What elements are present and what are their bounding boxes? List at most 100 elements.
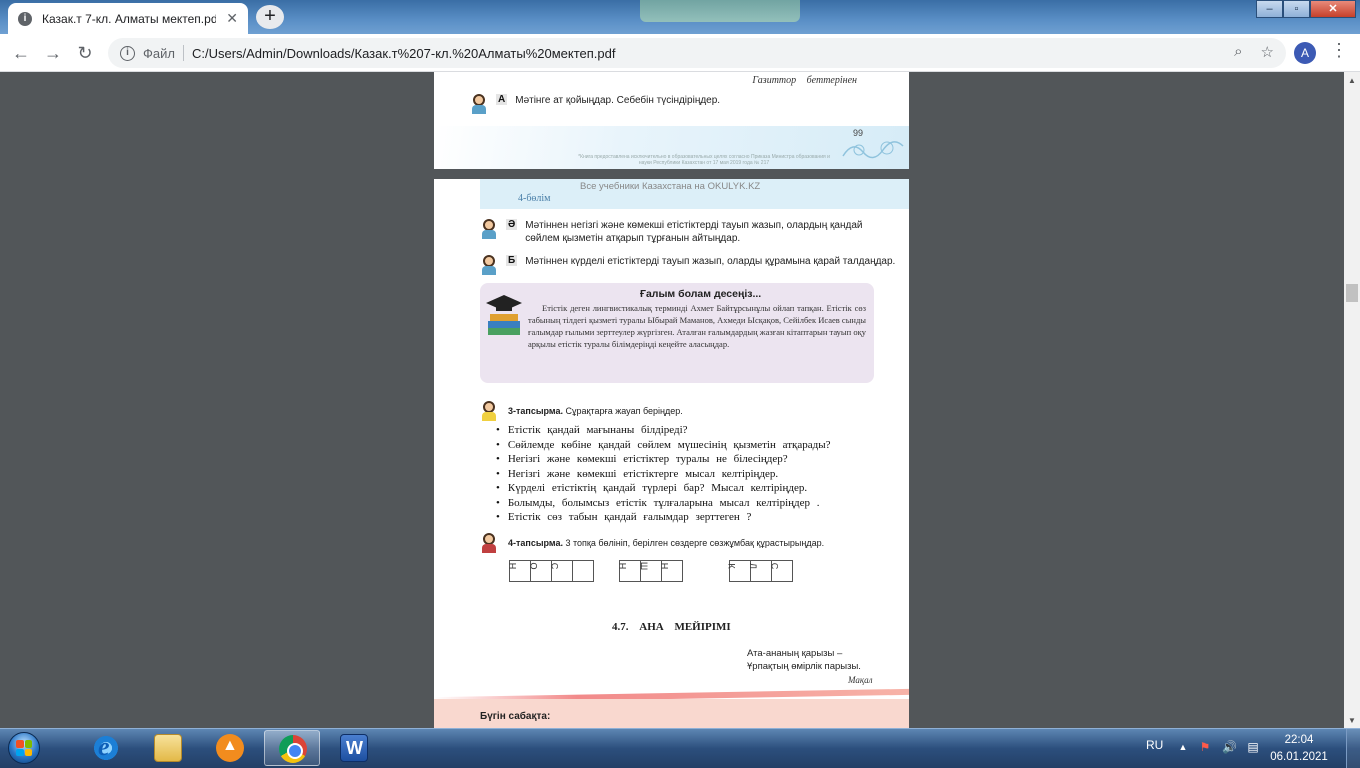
internet-explorer-icon (92, 732, 120, 762)
omnibox-actions: ⌕ ☆ (1234, 43, 1274, 61)
question-letter: Б (506, 255, 518, 266)
question-text: Мәтінге ат қойыңдар. Себебін түсіндіріңд… (515, 95, 721, 106)
child-illustration-icon (480, 219, 498, 239)
show-desktop-button[interactable] (1346, 729, 1360, 768)
vertical-scrollbar[interactable]: ▲ ▼ (1344, 72, 1360, 728)
info-box-body: Етістік деген лингвистикалық терминді Ах… (528, 303, 866, 349)
scrollbar-thumb[interactable] (1346, 284, 1358, 302)
tray-arrow-icon[interactable]: ▲ (1176, 740, 1190, 754)
taskbar-avast[interactable] (202, 730, 258, 766)
browser-toolbar: ← → ↻ i Файл C:/Users/Admin/Downloads/Ка… (0, 34, 1360, 72)
taskbar-internet-explorer[interactable] (78, 730, 134, 766)
question-text: Мәтіннен негізгі және көмекші етістіктер… (525, 219, 862, 245)
info-box-title: Ғалым болам десеңіз... (640, 288, 762, 300)
crossword-cell: С (769, 560, 793, 582)
crossword-cell: Н (617, 560, 641, 582)
scroll-down-icon[interactable]: ▼ (1348, 716, 1356, 725)
watermark-text: Все учебники Казахстана на OKULYK.KZ (580, 181, 761, 192)
windows-flag-icon (16, 740, 32, 756)
lesson-heading: 4.7. АНА МЕЙІРІМІ (612, 621, 731, 633)
crossword-cell: С (549, 560, 573, 582)
reload-icon[interactable]: ↻ (74, 42, 96, 64)
taskbar-explorer[interactable] (140, 730, 196, 766)
question-line: сөйлем қызметін атқарып тұрғанын айтыңда… (525, 233, 741, 244)
child-illustration-icon (480, 255, 498, 275)
proverb-source: Мақал (848, 675, 873, 685)
profile-avatar[interactable]: A (1294, 42, 1316, 64)
proverb-line: Ата-ананың қарызы – (747, 648, 843, 659)
title-bar: i Казак.т 7-кл. Алматы мектеп.pdf ✕ + – … (0, 0, 1360, 34)
ornament-swirl-icon (842, 141, 904, 159)
new-tab-button[interactable]: + (256, 5, 284, 29)
volume-icon[interactable]: 🔊 (1222, 740, 1237, 754)
maximize-button[interactable]: ▫ (1283, 0, 1310, 18)
list-item: Етістік қандай мағынаны білдіреді? (496, 423, 831, 438)
taskbar-clock[interactable]: 22:04 06.01.2021 (1266, 732, 1332, 766)
network-icon[interactable]: ▤ (1246, 740, 1260, 754)
question-text: Мәтіннен күрделі етістіктерді тауып жазы… (525, 256, 896, 267)
proverb-line: Ұрпақтың өмірлік парызы. (747, 661, 861, 672)
question-list: Етістік қандай мағынаны білдіреді? Сөйле… (496, 423, 831, 525)
section-label: 4-бөлім (518, 193, 551, 204)
pdf-viewer[interactable]: Газиттор беттерінен А Мәтінге ат қойыңда… (0, 72, 1344, 728)
crossword-grid: Н О С (507, 560, 594, 582)
question-a: А Мәтінге ат қойыңдар. Себебін түсіндірі… (470, 94, 720, 114)
task-instruction: Сұрақтарға жауап беріңдер. (565, 406, 683, 416)
address-bar[interactable]: i Файл C:/Users/Admin/Downloads/Казак.т%… (108, 38, 1286, 68)
url-separator (182, 45, 184, 61)
taskbar-word[interactable] (326, 730, 382, 766)
crossword-cell (572, 560, 594, 582)
question-ae: Ә Мәтіннен негізгі және көмекші етістікт… (480, 219, 862, 245)
source-signature: Газиттор беттерінен (752, 75, 857, 86)
scroll-up-icon[interactable]: ▲ (1348, 76, 1356, 85)
language-indicator[interactable]: RU (1146, 738, 1163, 752)
task-label: 4-тапсырма. (508, 538, 563, 548)
taskbar-chrome[interactable] (264, 730, 320, 766)
child-illustration-icon (480, 533, 498, 553)
info-icon[interactable]: i (120, 45, 135, 61)
action-center-flag-icon[interactable]: ⚑ (1198, 740, 1212, 754)
list-item: Негізгі және көмекші етістіктер туралы н… (496, 452, 831, 467)
task-label: 3-тапсырма. (508, 406, 563, 416)
question-letter: Ә (506, 219, 518, 230)
tab-close-icon[interactable]: ✕ (226, 10, 238, 27)
list-item: Етістік сөз табын қандай ғалымдар зертте… (496, 510, 831, 525)
menu-kebab-icon[interactable]: ⋮ (1330, 40, 1348, 61)
close-window-button[interactable]: ✕ (1310, 0, 1356, 18)
child-illustration-icon (470, 94, 488, 114)
folder-icon (154, 734, 182, 762)
title-bar-glow (640, 0, 800, 22)
back-arrow-icon[interactable]: ← (10, 42, 32, 64)
question-b: Б Мәтіннен күрделі етістіктерді тауып жа… (480, 255, 895, 275)
bookmark-star-icon[interactable]: ☆ (1261, 43, 1274, 61)
question-line: Мәтіннен негізгі және көмекші етістіктер… (525, 220, 863, 231)
zoom-icon[interactable]: ⌕ (1234, 43, 1242, 61)
start-button[interactable] (4, 730, 44, 766)
crossword-grid: Н Ш Н (617, 560, 683, 582)
task-3: 3-тапсырма. Сұрақтарға жауап беріңдер. (480, 401, 683, 421)
list-item: Негізгі және көмекші етістіктерге мысал … (496, 467, 831, 482)
task-instruction: 3 топқа бөлініп, берілген сөздерге сөзжұ… (565, 538, 825, 548)
scientist-info-box: Ғалым болам десеңіз... Етістік деген лин… (480, 283, 874, 383)
task-4: 4-тапсырма. 3 топқа бөлініп, берілген сө… (480, 533, 824, 553)
child-illustration-icon (480, 401, 498, 421)
clock-date: 06.01.2021 (1270, 751, 1328, 763)
pdf-page-100: 4-бөлім Все учебники Казахстана на OKULY… (434, 179, 909, 728)
question-letter: А (496, 94, 508, 105)
minimize-button[interactable]: – (1256, 0, 1283, 18)
list-item: Сөйлемде көбіне қандай сөйлем мүшесінің … (496, 438, 831, 453)
url-text[interactable]: C:/Users/Admin/Downloads/Казак.т%207-кл.… (192, 46, 616, 61)
proverb: Ата-ананың қарызы – Ұрпақтың өмірлік пар… (747, 647, 861, 673)
tab-title: Казак.т 7-кл. Алматы мектеп.pdf (42, 11, 217, 26)
page-footnote: *Книга предоставлена исключительно в обр… (578, 154, 830, 166)
clock-time: 22:04 (1284, 734, 1314, 746)
books-graduation-cap-icon (486, 295, 522, 335)
avast-icon (216, 734, 244, 762)
crossword-grid: К Л С (727, 560, 793, 582)
tab-pdf[interactable]: i Казак.т 7-кл. Алматы мектеп.pdf ✕ (8, 3, 248, 34)
list-item: Күрделі етістіктің қандай түрлері бар? М… (496, 481, 831, 496)
window-controls: – ▫ ✕ (1256, 0, 1356, 18)
forward-arrow-icon[interactable]: → (42, 42, 64, 64)
task-4-text: 4-тапсырма. 3 топқа бөлініп, берілген сө… (508, 538, 824, 548)
url-scheme: Файл (143, 45, 175, 61)
